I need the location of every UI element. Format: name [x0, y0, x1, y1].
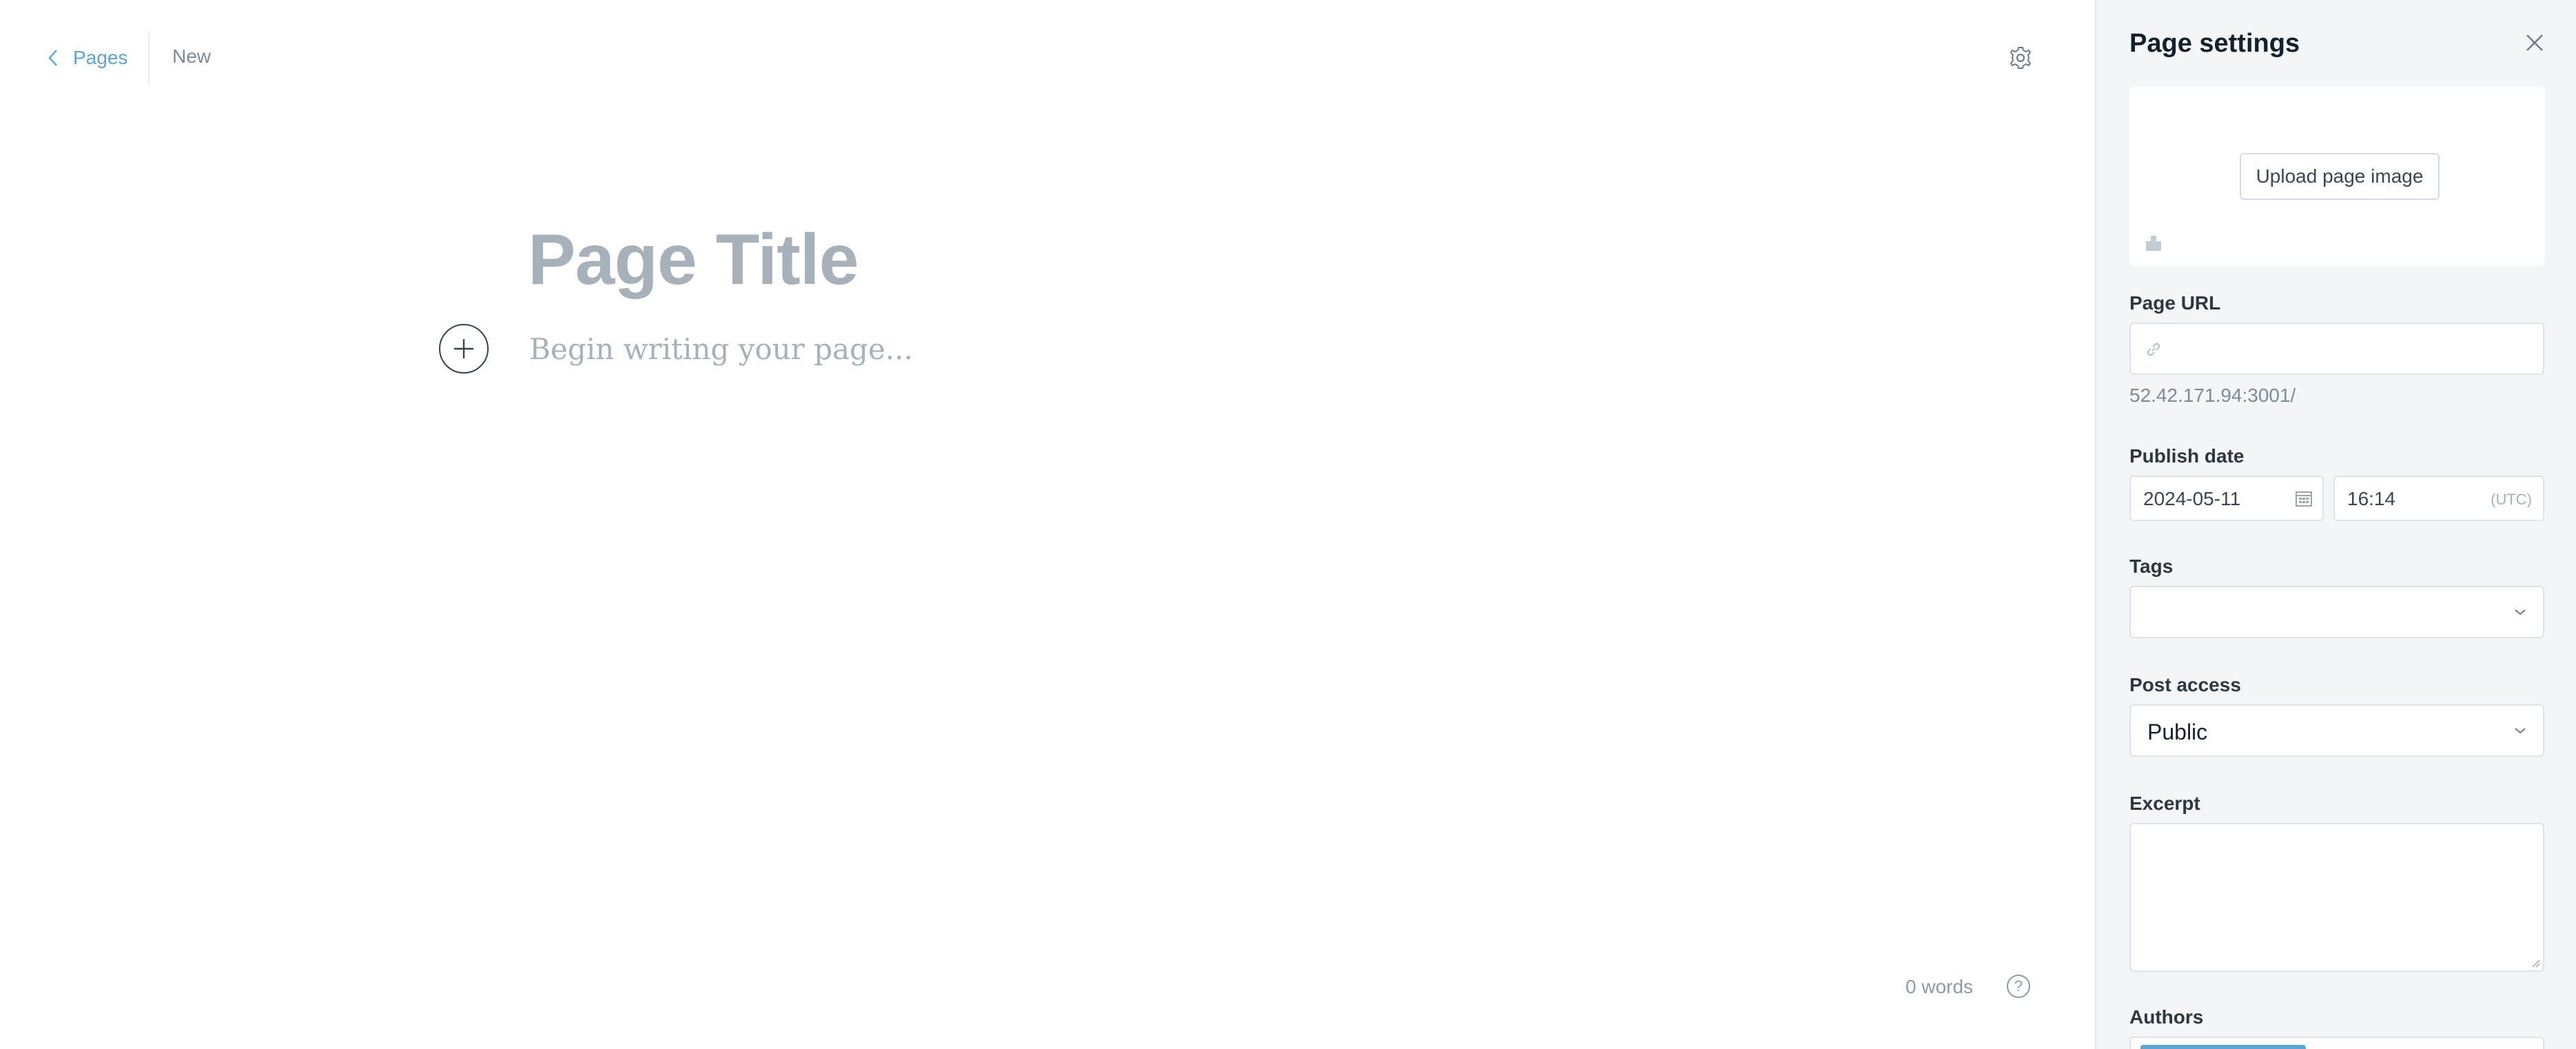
- post-status: New: [172, 45, 212, 67]
- gear-icon: [2010, 47, 2031, 69]
- editor-topbar: Pages New: [0, 0, 2095, 116]
- help-glyph: ?: [2014, 977, 2023, 995]
- close-icon: [2526, 34, 2543, 51]
- chevron-down-icon: [2515, 728, 2526, 734]
- post-access-value: Public: [2147, 720, 2208, 744]
- page-image-uploader: Upload page image: [2129, 87, 2544, 266]
- page-body-editor[interactable]: Begin writing your page...: [529, 332, 913, 366]
- chevron-left-icon: [48, 50, 57, 66]
- post-access-label: Post access: [2129, 674, 2241, 695]
- help-icon[interactable]: ?: [2007, 975, 2030, 998]
- page-title-input[interactable]: Page Title: [528, 219, 859, 301]
- calendar-icon[interactable]: [2293, 488, 2314, 509]
- link-icon: [2147, 343, 2160, 356]
- page-url-hint: 52.42.171.94:3001/: [2129, 385, 2296, 406]
- add-card-button[interactable]: [439, 324, 489, 374]
- back-to-pages-link[interactable]: Pages: [45, 43, 127, 73]
- publish-time-value: 16:14: [2347, 488, 2396, 509]
- publish-date-value: 2024-05-11: [2143, 488, 2241, 509]
- resize-handle-icon[interactable]: [2529, 957, 2540, 968]
- close-settings-button[interactable]: [2521, 29, 2548, 57]
- author-token[interactable]: [2140, 1045, 2306, 1049]
- divider: [148, 32, 150, 85]
- timezone-label: (UTC): [2491, 491, 2532, 508]
- word-count: 0 words: [1905, 976, 1974, 997]
- back-link-label: Pages: [73, 47, 128, 68]
- tags-label: Tags: [2129, 556, 2174, 577]
- image-icon: [2146, 236, 2161, 251]
- publish-time-input[interactable]: 16:14 (UTC): [2333, 476, 2544, 521]
- authors-input[interactable]: [2129, 1037, 2544, 1049]
- editor: Pages New Page Title Begin writing your …: [0, 0, 2095, 1049]
- publish-date-input[interactable]: 2024-05-11: [2129, 476, 2324, 521]
- page-url-label: Page URL: [2129, 292, 2221, 314]
- page-url-input[interactable]: [2129, 323, 2544, 375]
- publish-date-label: Publish date: [2129, 445, 2245, 467]
- settings-toggle-button[interactable]: [2005, 43, 2036, 73]
- plus-icon: [454, 339, 473, 358]
- tags-select[interactable]: [2129, 586, 2544, 638]
- post-access-select[interactable]: Public: [2129, 704, 2544, 757]
- authors-label: Authors: [2129, 1006, 2204, 1028]
- excerpt-label: Excerpt: [2129, 793, 2200, 814]
- panel-title: Page settings: [2129, 29, 2300, 58]
- excerpt-textarea[interactable]: [2129, 823, 2544, 972]
- page-settings-panel: Page settings Upload page image Page URL…: [2095, 0, 2576, 1049]
- chevron-down-icon: [2515, 609, 2526, 615]
- upload-page-image-button[interactable]: Upload page image: [2240, 153, 2440, 200]
